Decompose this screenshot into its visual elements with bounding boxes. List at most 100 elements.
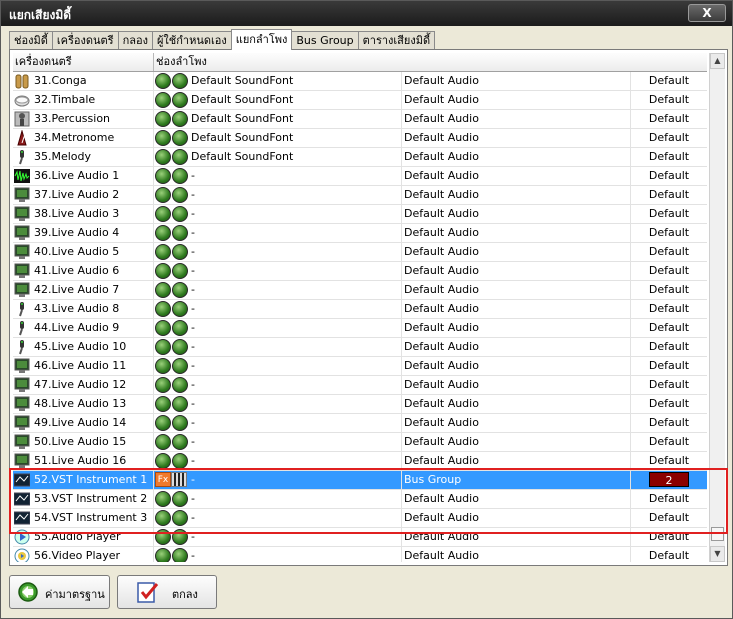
default-cell[interactable]: Default xyxy=(631,205,707,223)
channel-cell[interactable]: - xyxy=(154,186,402,204)
channel-leds[interactable] xyxy=(155,529,189,545)
default-cell[interactable]: Default xyxy=(631,395,707,413)
table-row[interactable]: 53.VST Instrument 2 - Default Audio Default xyxy=(13,490,707,509)
channel-leds[interactable] xyxy=(155,282,189,298)
bus-cell[interactable]: Default Audio xyxy=(402,452,631,470)
table-row[interactable]: 40.Live Audio 5 - Default Audio Default xyxy=(13,243,707,262)
channel-leds[interactable] xyxy=(155,225,189,241)
table-row[interactable]: 49.Live Audio 14 - Default Audio Default xyxy=(13,414,707,433)
scroll-up-icon[interactable]: ▲ xyxy=(710,53,725,69)
channel-cell[interactable]: - xyxy=(154,281,402,299)
tab-3[interactable]: ผู้ใช้กำหนดเอง xyxy=(151,31,232,49)
bus-cell[interactable]: Default Audio xyxy=(402,395,631,413)
bus-number-badge[interactable]: 2 xyxy=(649,472,689,487)
tab-6[interactable]: ตารางเสียงมิดี้ xyxy=(357,31,436,49)
bus-cell[interactable]: Default Audio xyxy=(402,414,631,432)
table-row[interactable]: 43.Live Audio 8 - Default Audio Default xyxy=(13,300,707,319)
default-cell[interactable]: Default xyxy=(631,72,707,90)
channel-cell[interactable]: Fx - xyxy=(154,471,402,489)
bus-cell[interactable]: Default Audio xyxy=(402,547,631,562)
bus-cell[interactable]: Default Audio xyxy=(402,72,631,90)
channel-leds[interactable] xyxy=(155,358,189,374)
default-cell[interactable]: Default xyxy=(631,490,707,508)
bus-cell[interactable]: Default Audio xyxy=(402,509,631,527)
table-row[interactable]: 31.Conga Default SoundFont Default Audio De… xyxy=(13,72,707,91)
bus-cell[interactable]: Default Audio xyxy=(402,129,631,147)
table-row[interactable]: 46.Live Audio 11 - Default Audio Default xyxy=(13,357,707,376)
table-row[interactable]: 32.Timbale Default SoundFont Default Audio… xyxy=(13,91,707,110)
channel-leds[interactable] xyxy=(155,149,189,165)
table-row[interactable]: 41.Live Audio 6 - Default Audio Default xyxy=(13,262,707,281)
default-cell[interactable]: Default xyxy=(631,186,707,204)
table-row[interactable]: 45.Live Audio 10 - Default Audio Default xyxy=(13,338,707,357)
bus-cell[interactable]: Default Audio xyxy=(402,224,631,242)
bus-cell[interactable]: Default Audio xyxy=(402,300,631,318)
channel-leds[interactable] xyxy=(155,320,189,336)
channel-cell[interactable]: Default SoundFont xyxy=(154,110,402,128)
channel-leds[interactable] xyxy=(155,453,189,469)
table-row[interactable]: 37.Live Audio 2 - Default Audio Default xyxy=(13,186,707,205)
bus-cell[interactable]: Default Audio xyxy=(402,167,631,185)
channel-cell[interactable]: - xyxy=(154,357,402,375)
bus-cell[interactable]: Default Audio xyxy=(402,148,631,166)
tab-0[interactable]: ช่องมิดี้ xyxy=(9,31,53,49)
channel-cell[interactable]: - xyxy=(154,395,402,413)
table-row[interactable]: 56.Video Player - Default Audio Default xyxy=(13,547,707,562)
default-cell[interactable]: Default xyxy=(631,414,707,432)
channel-leds[interactable] xyxy=(155,168,189,184)
channel-leds[interactable] xyxy=(155,377,189,393)
table-row[interactable]: 35.Melody Default SoundFont Default Audio D… xyxy=(13,148,707,167)
channel-cell[interactable]: - xyxy=(154,547,402,562)
table-row[interactable]: 50.Live Audio 15 - Default Audio Default xyxy=(13,433,707,452)
default-cell[interactable]: Default xyxy=(631,281,707,299)
tab-4[interactable]: แยกลำโพง xyxy=(230,29,293,50)
bus-cell[interactable]: Default Audio xyxy=(402,433,631,451)
channel-leds[interactable] xyxy=(155,263,189,279)
scroll-thumb[interactable] xyxy=(711,527,724,541)
header-instrument[interactable]: เครื่องดนตรี xyxy=(13,53,154,71)
channel-leds[interactable] xyxy=(155,187,189,203)
default-cell[interactable]: Default xyxy=(631,262,707,280)
bus-cell[interactable]: Default Audio xyxy=(402,243,631,261)
channel-leds[interactable] xyxy=(155,510,189,526)
tab-5[interactable]: Bus Group xyxy=(291,31,359,49)
default-cell[interactable]: Default xyxy=(631,224,707,242)
channel-cell[interactable]: - xyxy=(154,376,402,394)
default-cell[interactable]: Default xyxy=(631,148,707,166)
default-cell[interactable]: 2 xyxy=(631,471,707,489)
default-cell[interactable]: Default xyxy=(631,452,707,470)
channel-cell[interactable]: Default SoundFont xyxy=(154,148,402,166)
channel-cell[interactable]: - xyxy=(154,338,402,356)
channel-leds[interactable] xyxy=(155,130,189,146)
vertical-scrollbar[interactable]: ▲ ▼ xyxy=(709,53,725,562)
ok-button[interactable]: ตกลง xyxy=(117,575,217,609)
channel-cell[interactable]: - xyxy=(154,205,402,223)
channel-leds[interactable] xyxy=(155,415,189,431)
channel-leds[interactable] xyxy=(155,339,189,355)
channel-cell[interactable]: - xyxy=(154,414,402,432)
table-row[interactable]: 47.Live Audio 12 - Default Audio Default xyxy=(13,376,707,395)
bus-cell[interactable]: Default Audio xyxy=(402,338,631,356)
channel-leds[interactable] xyxy=(155,491,189,507)
channel-cell[interactable]: - xyxy=(154,262,402,280)
channel-cell[interactable]: - xyxy=(154,490,402,508)
channel-cell[interactable]: - xyxy=(154,433,402,451)
channel-cell[interactable]: - xyxy=(154,224,402,242)
channel-cell[interactable]: Default SoundFont xyxy=(154,129,402,147)
default-cell[interactable]: Default xyxy=(631,110,707,128)
default-cell[interactable]: Default xyxy=(631,243,707,261)
channel-cell[interactable]: - xyxy=(154,243,402,261)
tab-2[interactable]: กลอง xyxy=(117,31,153,49)
table-row[interactable]: 34.Metronome Default SoundFont Default Aud… xyxy=(13,129,707,148)
bus-cell[interactable]: Default Audio xyxy=(402,186,631,204)
channel-leds[interactable] xyxy=(155,206,189,222)
table-row[interactable]: 55.Audio Player - Default Audio Default xyxy=(13,528,707,547)
channel-cell[interactable]: Default SoundFont xyxy=(154,72,402,90)
channel-cell[interactable]: - xyxy=(154,167,402,185)
fx-indicator[interactable]: Fx xyxy=(155,472,189,488)
channel-leds[interactable] xyxy=(155,434,189,450)
channel-leds[interactable] xyxy=(155,92,189,108)
channel-cell[interactable]: - xyxy=(154,300,402,318)
table-row[interactable]: 52.VST Instrument 1 Fx - Bus Group 2 xyxy=(13,471,707,490)
default-button[interactable]: ค่ามาตรฐาน xyxy=(9,575,110,609)
